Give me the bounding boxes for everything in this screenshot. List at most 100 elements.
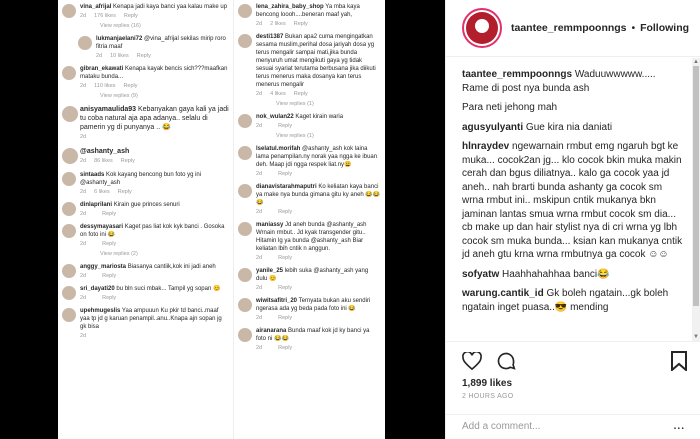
screenshot-comment: lena_zahira_baby_shop Ya mba kaya bencon… xyxy=(234,0,385,30)
screenshot-comments-left-column: vina_afrijal Kenapa jadi kaya banci yaa … xyxy=(58,0,233,439)
comment-time: 2d xyxy=(80,189,87,195)
comment-icon[interactable] xyxy=(496,351,516,371)
screenshot-comment: airanarana Bunda maaf kok jd ky banci ya… xyxy=(234,324,385,354)
comment-username: gibran_ekawati xyxy=(80,66,124,72)
screenshot-comment: lukmanjaelani72 @vina_afrijal sekilas mi… xyxy=(58,32,233,62)
commenter-avatar xyxy=(62,66,76,80)
comments-scrollbar[interactable]: ▲ ▼ xyxy=(692,58,700,341)
screenshot-comment: upehmugeslis Yaa ampuuun Ku pkir td banc… xyxy=(58,304,233,342)
bookmark-icon[interactable] xyxy=(671,351,687,371)
comment-reply: Reply xyxy=(136,53,151,59)
comment-text: Bukan apa2 cuma mengingatkan sesama musl… xyxy=(256,34,376,88)
comments-list: taantee_remmpoonngs Waduuwwwww..... Rame… xyxy=(446,58,693,341)
heart-icon[interactable] xyxy=(462,352,482,370)
comment-likes: 86 likes xyxy=(94,158,113,164)
screenshot-comment: sri_dayati20 bu bln suci mbak... Tampil … xyxy=(58,282,233,304)
comment-likes: 10 likes xyxy=(110,53,129,59)
comment-username[interactable]: agusyulyanti xyxy=(462,122,523,133)
screenshot-comment: maniassy Jd aneh bunda @ashanty_ash Wrna… xyxy=(234,218,385,264)
comment-username: anisyamaulida93 xyxy=(80,106,137,113)
comment-reply: Reply xyxy=(123,83,138,89)
view-replies: View replies (1) xyxy=(276,101,314,107)
screenshot-comment: dianavistarahmaputri Ko keliatan kaya ba… xyxy=(234,180,385,218)
comment-username: dianavistarahmaputri xyxy=(256,184,317,190)
comment-username[interactable]: sofyatw xyxy=(462,269,499,280)
scroll-up-icon[interactable]: ▲ xyxy=(692,58,700,66)
comment-likes: 2 likes xyxy=(270,21,286,27)
commenter-avatar xyxy=(238,298,252,312)
comment-reply: Reply xyxy=(278,255,293,261)
comment-username: upehmugeslis xyxy=(80,308,121,314)
comment-time: 2d xyxy=(80,158,87,164)
post-comment: Para neti jehong mah xyxy=(462,101,683,115)
comment-reply: Reply xyxy=(278,123,293,129)
comment-reply: Reply xyxy=(117,189,132,195)
screenshot-comment: anisyamaulida93 Kebanyakan gaya kali ya … xyxy=(58,102,233,144)
commenter-avatar xyxy=(238,328,252,342)
comment-time: 2d xyxy=(256,171,263,177)
screenshot-comment: anggy_mariosta Biasanya cantiik,kok ini … xyxy=(58,260,233,282)
comment-likes: 4 likes xyxy=(270,91,286,97)
comment-text: Haahhahahhaa banci😂 xyxy=(502,268,610,280)
screenshot-comments-right-column: lena_zahira_baby_shop Ya mba kaya bencon… xyxy=(233,0,385,439)
screenshot-comment: dessymayasari Kaget pas liat kok kyk ban… xyxy=(58,220,233,260)
avatar-logo-icon xyxy=(466,12,498,44)
comment-username: dessymayasari xyxy=(80,224,124,230)
comment-time: 2d xyxy=(80,295,87,301)
view-replies: View replies (16) xyxy=(100,23,141,29)
screenshot-comment: gibran_ekawati Kenapa kayak bencis sich?… xyxy=(58,62,233,102)
comment-time: 2d xyxy=(80,83,87,89)
comment-reply: Reply xyxy=(120,158,135,164)
screenshot-comment: desti1387 Bukan apa2 cuma mengingatkan s… xyxy=(234,30,385,110)
comment-time: 2d xyxy=(80,13,87,19)
comment-likes: 6 likes xyxy=(94,189,110,195)
post-comment: sofyatw Haahhahahhaa banci😂 xyxy=(462,268,683,282)
comment-username: vina_afrijal xyxy=(80,4,112,10)
view-replies: View replies (9) xyxy=(100,93,138,99)
following-button[interactable]: Following xyxy=(640,22,689,34)
comment-username: maniassy xyxy=(256,222,284,228)
profile-avatar[interactable] xyxy=(462,8,502,48)
comment-text: Kirain gue princes senuri xyxy=(113,202,180,208)
commenter-avatar xyxy=(62,308,76,322)
comment-text: Biasanya cantiik,kok ini jadi aneh xyxy=(127,264,216,270)
screenshot-comment: sintaads Kok kayang bencong bun foto yg … xyxy=(58,168,233,198)
post-comment: warung.cantik_id Gk boleh ngatain...gk b… xyxy=(462,287,683,314)
comment-time: 2d xyxy=(80,134,87,140)
comment-time: 2d xyxy=(256,91,263,97)
comment-username: desti1387 xyxy=(256,34,284,40)
comment-reply: Reply xyxy=(123,13,138,19)
comment-time: 2d xyxy=(80,211,87,217)
add-comment-input[interactable]: Add a comment... xyxy=(462,421,540,433)
commenter-avatar xyxy=(62,148,78,164)
comment-username[interactable]: hlnraydev xyxy=(462,141,509,152)
scrollbar-thumb[interactable] xyxy=(693,66,699,306)
screenshot-comment: lselatul.morifah @ashanty_ash kok laina … xyxy=(234,142,385,180)
commenter-avatar xyxy=(78,36,92,50)
comment-username: wiwitsafitri_20 xyxy=(256,298,298,304)
comment-username[interactable]: warung.cantik_id xyxy=(462,288,544,299)
scroll-down-icon[interactable]: ▼ xyxy=(692,333,700,341)
commenter-avatar xyxy=(238,4,252,18)
commenter-avatar xyxy=(238,268,252,282)
screenshot-comment: vina_afrijal Kenapa jadi kaya banci yaa … xyxy=(58,0,233,32)
comment-text: Para neti jehong mah xyxy=(462,102,558,113)
likes-count[interactable]: 1,899 likes xyxy=(462,378,687,389)
comment-username: @ashanty_ash xyxy=(80,148,130,155)
comment-text: Kenapa jadi kaya banci yaa kalau make up xyxy=(113,4,228,10)
comment-time: 2d xyxy=(80,273,87,279)
comment-username[interactable]: taantee_remmpoonngs xyxy=(462,69,572,80)
comment-text: Kaget kirain waria xyxy=(295,114,344,120)
screenshot-comment: dinlaprilani Kirain gue princes senuri 2d… xyxy=(58,198,233,220)
comment-reply: Reply xyxy=(278,315,293,321)
comment-reply: Reply xyxy=(278,285,293,291)
comment-username: anggy_mariosta xyxy=(80,264,127,270)
comment-time: 2d xyxy=(256,315,263,321)
post-username[interactable]: taantee_remmpoonngs xyxy=(511,22,627,34)
comment-username: lena_zahira_baby_shop xyxy=(256,4,324,10)
screenshot-comment: nok_wulan22 Kaget kirain waria 2d Reply Vie… xyxy=(234,110,385,142)
post-comment: hlnraydev ngewarnain rmbut emg ngaruh bg… xyxy=(462,140,683,262)
comment-time: 2d xyxy=(256,123,263,129)
more-options-icon[interactable]: ... xyxy=(674,421,685,433)
comment-time: 2d xyxy=(256,209,263,215)
